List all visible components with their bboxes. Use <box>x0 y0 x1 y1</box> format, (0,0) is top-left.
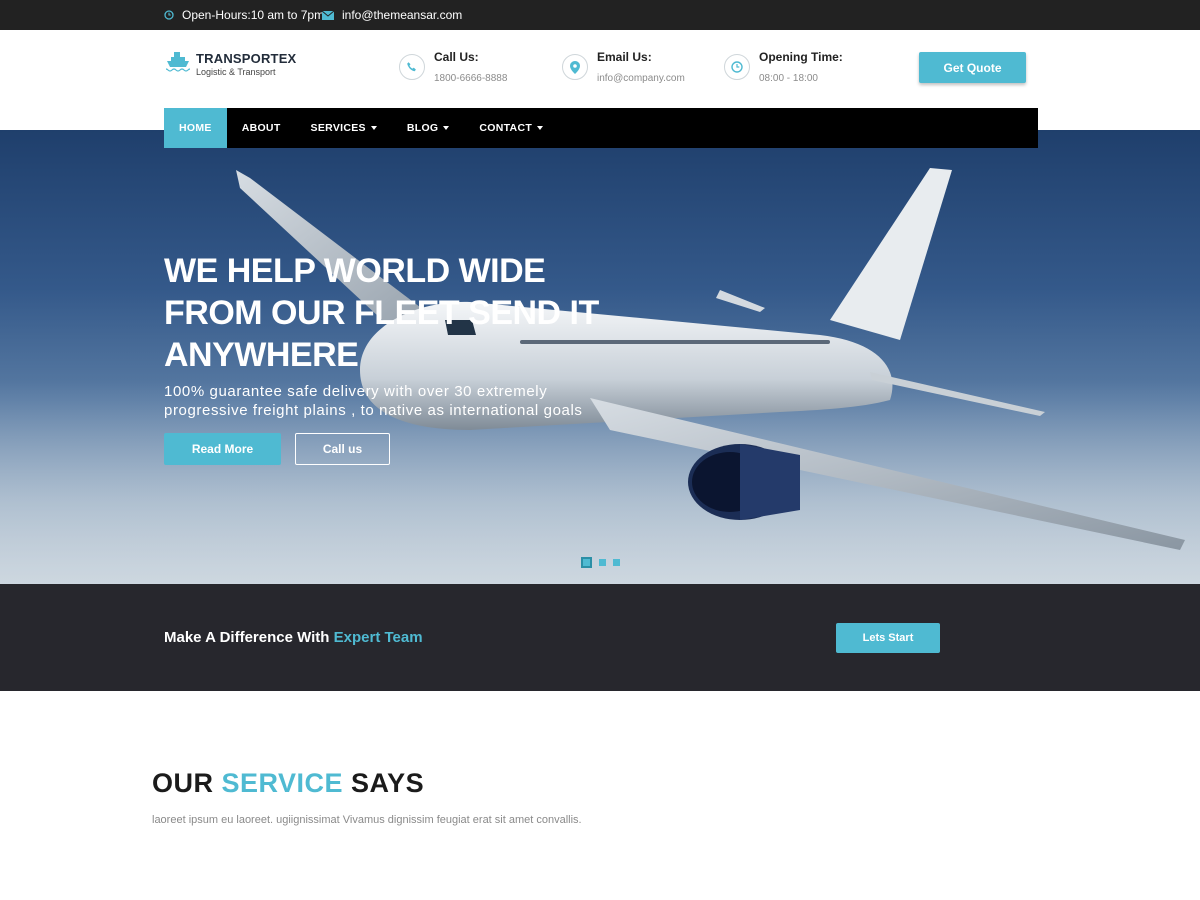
service-title-highlight: SERVICE <box>221 768 344 798</box>
nav-about[interactable]: ABOUT <box>227 108 296 148</box>
main-nav: HOME ABOUT SERVICES BLOG CONTACT <box>164 108 1038 148</box>
caret-down-icon <box>537 126 544 130</box>
contact-call: Call Us: 1800-6666-8888 <box>399 50 507 84</box>
nav-about-label: ABOUT <box>241 122 281 134</box>
nav-services-label: SERVICES <box>310 122 366 134</box>
hero-subtitle-line-2: progressive freight plains , to native a… <box>164 402 583 419</box>
topbar-email[interactable]: info@themeansar.com <box>322 8 462 22</box>
service-title-part-2: SAYS <box>343 768 425 798</box>
hero-title: WE HELP WORLD WIDE FROM OUR FLEET SEND I… <box>164 250 599 376</box>
call-us-button[interactable]: Call us <box>295 433 390 465</box>
nav-services[interactable]: SERVICES <box>296 108 392 148</box>
get-quote-button[interactable]: Get Quote <box>919 52 1026 83</box>
hero-subtitle-line-1: 100% guarantee safe delivery with over 3… <box>164 383 548 400</box>
cta-text: Make A Difference With Expert Team <box>164 629 423 646</box>
nav-home-label: HOME <box>179 122 212 134</box>
read-more-button[interactable]: Read More <box>164 433 281 465</box>
logo-name: TRANSPORTEX <box>196 50 297 66</box>
service-section-title: OUR SERVICE SAYS <box>152 768 424 799</box>
time-value: 08:00 - 18:00 <box>759 73 818 84</box>
ship-icon <box>165 50 191 77</box>
map-pin-icon <box>562 54 588 80</box>
clock-icon <box>164 10 174 20</box>
call-title: Call Us: <box>434 50 479 64</box>
service-section-subtitle: laoreet ipsum eu laoreet. ugiignissimat … <box>152 814 582 826</box>
envelope-icon <box>322 10 334 20</box>
clock-icon <box>724 54 750 80</box>
logo-tagline: Logistic & Transport <box>196 66 276 77</box>
nav-contact-label: CONTACT <box>479 122 533 134</box>
hero-subtitle: 100% guarantee safe delivery with over 3… <box>164 382 684 420</box>
phone-icon <box>399 54 425 80</box>
nav-contact[interactable]: CONTACT <box>464 108 558 148</box>
slider-dot-3[interactable] <box>613 559 620 566</box>
logo[interactable]: TRANSPORTEX Logistic & Transport <box>165 50 297 77</box>
topbar-email-text[interactable]: info@themeansar.com <box>342 8 462 22</box>
hero-title-line-3: ANYWHERE <box>164 336 359 374</box>
opening-hours-text: Open-Hours:10 am to 7pm <box>182 8 325 22</box>
cta-text-highlight: Expert Team <box>333 629 423 646</box>
email-title: Email Us: <box>597 50 652 64</box>
caret-down-icon <box>370 126 377 130</box>
contact-time: Opening Time: 08:00 - 18:00 <box>724 50 843 84</box>
service-title-part-1: OUR <box>152 768 222 798</box>
cta-text-main: Make A Difference With <box>164 629 334 646</box>
nav-blog-label: BLOG <box>406 122 439 134</box>
opening-hours: Open-Hours:10 am to 7pm <box>164 8 324 22</box>
hero-title-line-2: FROM OUR FLEET SEND IT <box>164 294 599 332</box>
caret-down-icon <box>443 126 450 130</box>
hero-slider: WE HELP WORLD WIDE FROM OUR FLEET SEND I… <box>0 130 1200 584</box>
cta-band: Make A Difference With Expert Team Lets … <box>0 584 1200 691</box>
nav-home[interactable]: HOME <box>164 108 227 148</box>
call-number[interactable]: 1800-6666-8888 <box>434 73 507 84</box>
lets-start-button[interactable]: Lets Start <box>836 623 940 653</box>
nav-blog[interactable]: BLOG <box>392 108 465 148</box>
top-bar: Open-Hours:10 am to 7pm info@themeansar.… <box>0 0 1200 30</box>
slider-dot-2[interactable] <box>599 559 606 566</box>
hero-title-line-1: WE HELP WORLD WIDE <box>164 252 546 290</box>
contact-email: Email Us: info@company.com <box>562 50 685 84</box>
slider-dot-1[interactable] <box>581 557 592 568</box>
email-address[interactable]: info@company.com <box>597 73 685 84</box>
time-title: Opening Time: <box>759 50 843 64</box>
slider-dots <box>581 557 620 568</box>
